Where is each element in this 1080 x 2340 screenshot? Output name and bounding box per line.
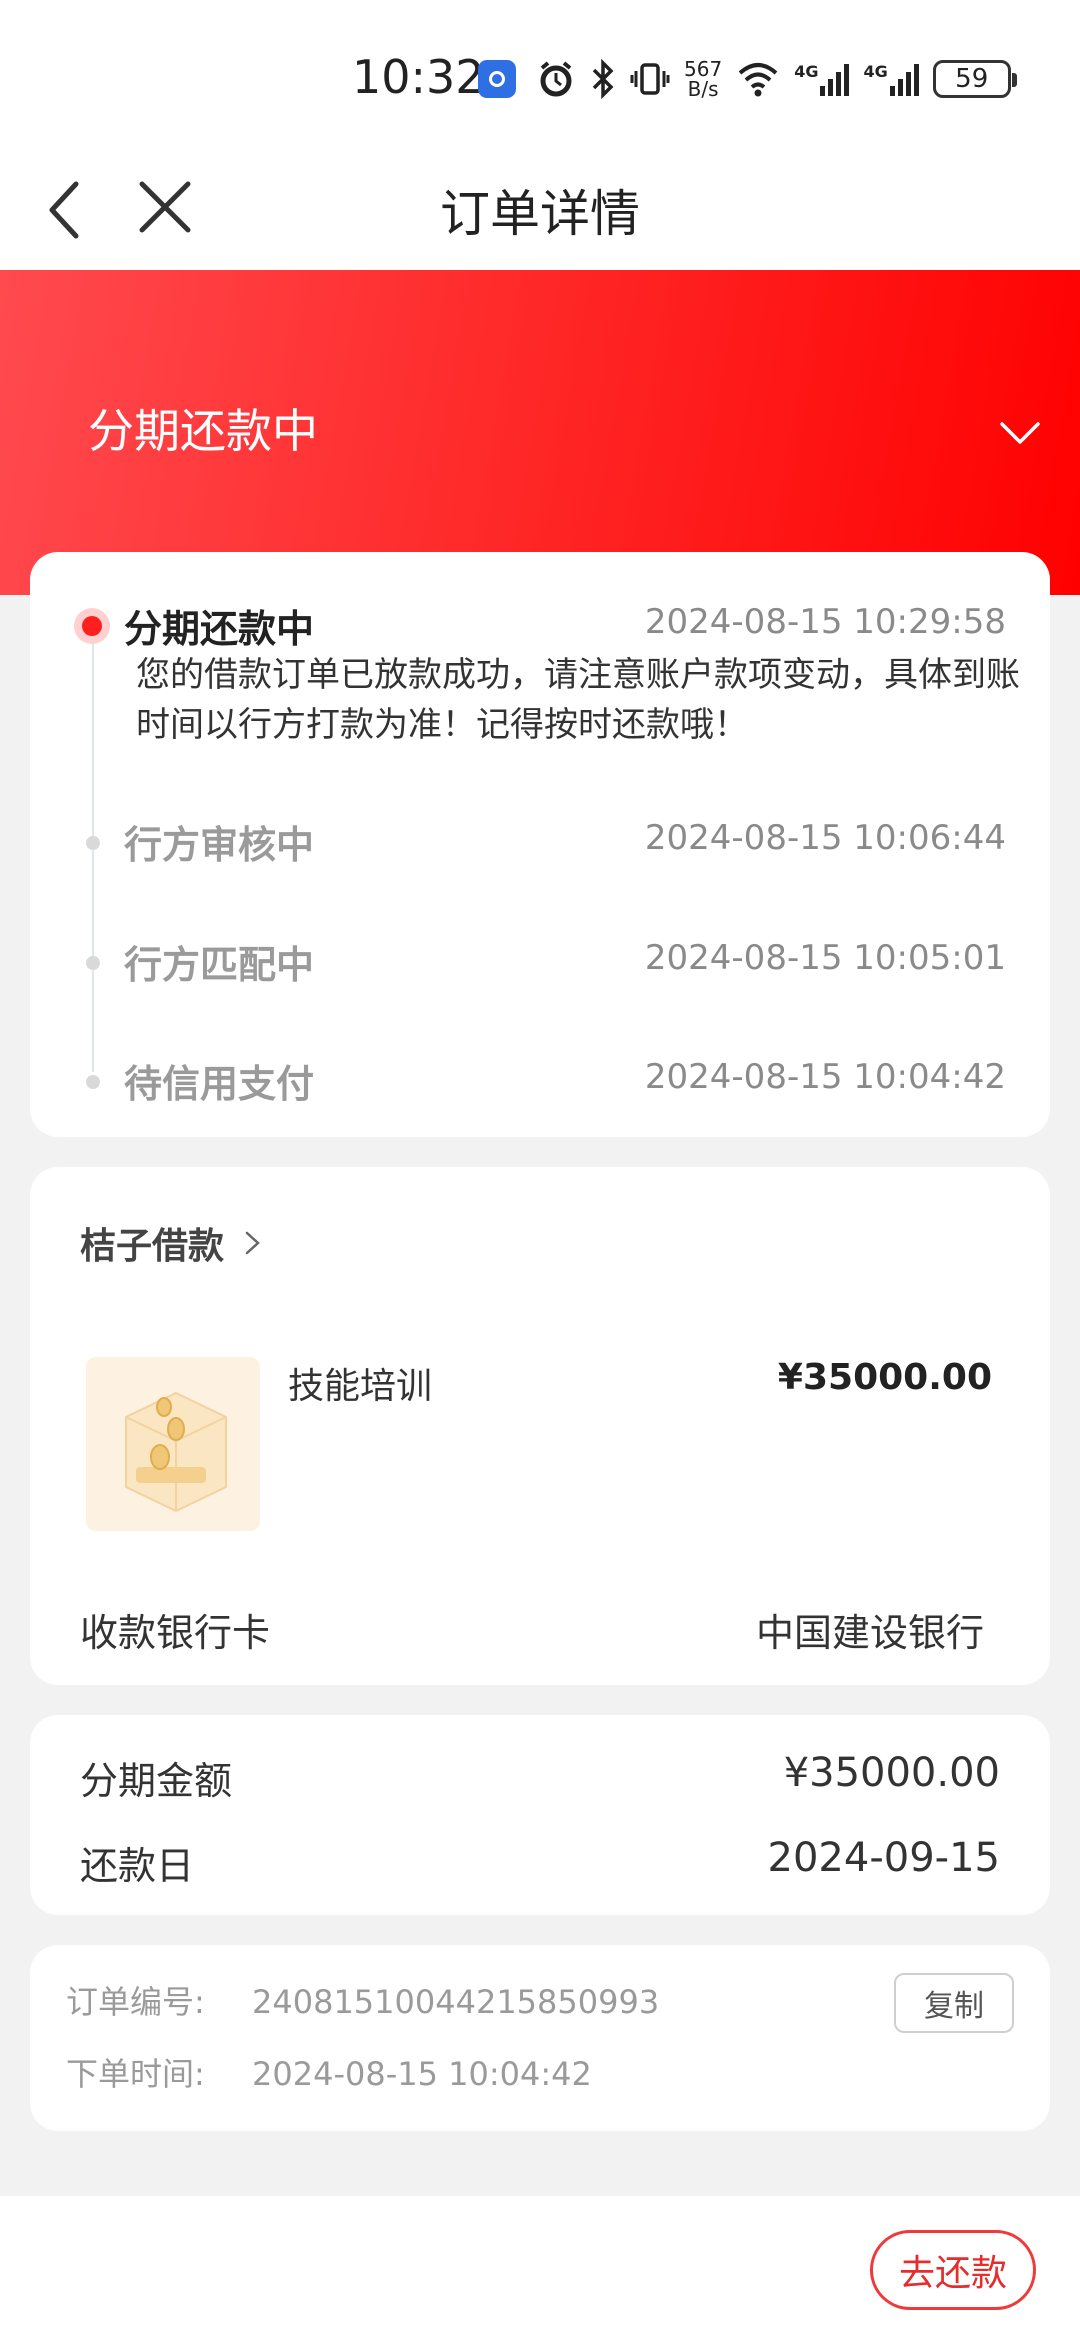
chevron-down-icon[interactable] [998, 418, 1042, 448]
timeline-time: 2024-08-15 10:04:42 [644, 1057, 1006, 1097]
wifi-icon [738, 63, 778, 97]
signal-icon: 4G [794, 62, 850, 96]
battery-icon: 59 [932, 60, 1017, 98]
timeline-dot [86, 1075, 100, 1089]
timeline-time: 2024-08-15 10:05:01 [644, 938, 1006, 978]
status-bar: 10:32 567 B/s 4G 4G 59 [0, 0, 1080, 150]
signal-icon: 4G [863, 62, 919, 96]
order-number-row: 订单编号: 24081510044215850993 [66, 1977, 659, 2023]
timeline-dot [86, 956, 100, 970]
navigation-bar: 订单详情 [0, 150, 1080, 270]
timeline-status: 行方审核中 [124, 823, 315, 867]
timeline-description: 您的借款订单已放款成功，请注意账户款项变动，具体到账时间以行方打款为准！记得按时… [136, 655, 1020, 745]
bluetooth-icon [592, 59, 614, 99]
speed-value: 567 [684, 57, 723, 81]
timeline-status: 待信用支付 [124, 1062, 315, 1106]
due-date-row: 还款日 2024-09-15 [80, 1835, 1000, 1890]
merchant-link[interactable]: 桔子借款 [80, 1217, 266, 1269]
order-time-value: 2024-08-15 10:04:42 [252, 2055, 592, 2093]
order-number-value: 24081510044215850993 [252, 1983, 660, 2021]
status-time: 10:32 [352, 50, 485, 104]
installment-amount-value: ¥35000.00 [783, 1750, 1000, 1796]
due-date-label: 还款日 [80, 1844, 195, 1888]
status-header-title: 分期还款中 [88, 404, 318, 458]
timeline-active-dot [74, 608, 110, 644]
timeline-status: 分期还款中 [124, 607, 315, 651]
bank-card-label: 收款银行卡 [80, 1611, 271, 1655]
bank-card-value: 中国建设银行 [755, 1611, 984, 1655]
installment-amount-label: 分期金额 [80, 1759, 233, 1803]
product-card: 桔子借款 技能培训 ¥35000.00 收款银行卡 中国建设银行 [30, 1167, 1050, 1685]
timeline-time: 2024-08-15 10:06:44 [644, 818, 1006, 858]
timeline-dot [86, 836, 100, 850]
merchant-name: 桔子借款 [80, 1226, 225, 1267]
order-info-card: 订单编号: 24081510044215850993 复制 下单时间: 2024-0… [30, 1945, 1050, 2131]
status-header[interactable]: 分期还款中 [0, 270, 1080, 595]
repay-button[interactable]: 去还款 [870, 2230, 1036, 2310]
battery-level: 59 [955, 64, 989, 94]
coin-stack-icon [125, 1391, 227, 1513]
copy-button[interactable]: 复制 [894, 1973, 1014, 2033]
timeline-status: 行方匹配中 [124, 943, 315, 987]
product-price: ¥35000.00 [777, 1357, 992, 1398]
vibrate-icon [630, 63, 670, 95]
alarm-icon [540, 61, 572, 97]
app-notification-icon [478, 60, 516, 98]
status-icons: 567 B/s 4G 4G 59 [536, 56, 1017, 102]
timeline-card: 分期还款中 2024-08-15 10:29:58 您的借款订单已放款成功，请注… [30, 552, 1050, 1137]
page-title: 订单详情 [440, 185, 640, 243]
installment-card: 分期金额 ¥35000.00 还款日 2024-09-15 [30, 1715, 1050, 1915]
speed-unit: B/s [687, 77, 719, 101]
due-date-value: 2024-09-15 [767, 1835, 1000, 1881]
product-name: 技能培训 [288, 1366, 433, 1407]
installment-amount-row: 分期金额 ¥35000.00 [80, 1750, 1000, 1805]
network-type: 4G [863, 62, 888, 81]
network-speed: 567 B/s [684, 59, 722, 99]
network-type: 4G [794, 62, 819, 81]
order-time-label: 下单时间: [66, 2055, 205, 2093]
product-image [86, 1357, 260, 1531]
bottom-action-bar: 去还款 [0, 2196, 1080, 2340]
order-number-label: 订单编号: [66, 1983, 205, 2021]
chevron-right-icon [245, 1231, 260, 1255]
timeline-time: 2024-08-15 10:29:58 [644, 602, 1006, 642]
order-time-row: 下单时间: 2024-08-15 10:04:42 [66, 2049, 592, 2095]
